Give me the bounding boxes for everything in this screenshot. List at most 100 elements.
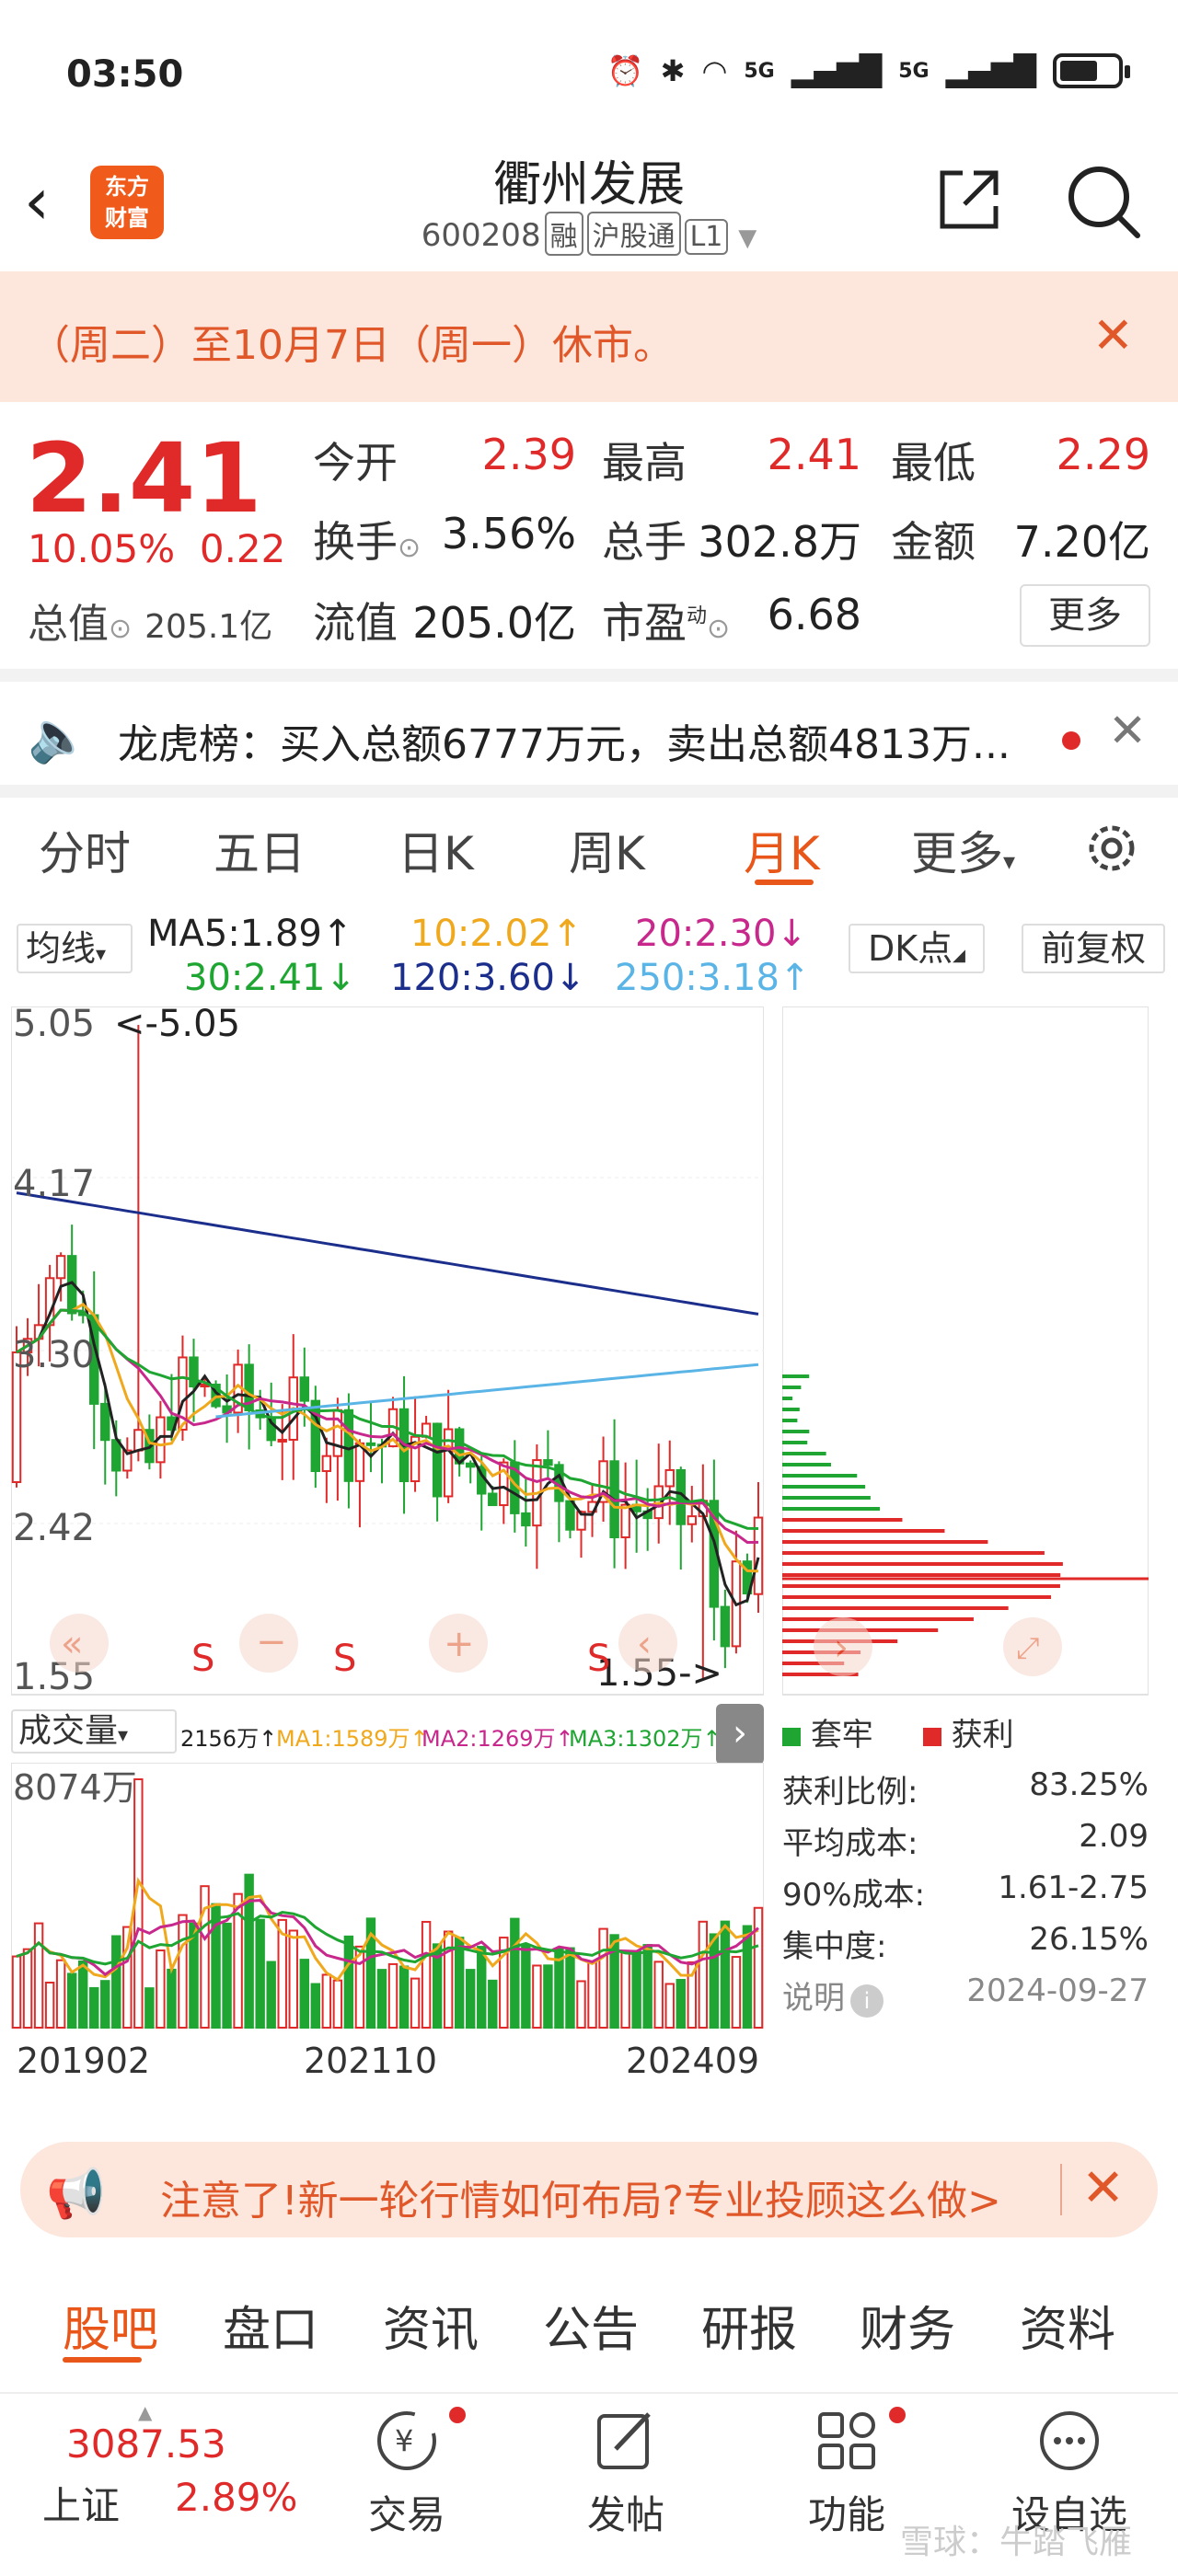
candle-body xyxy=(189,1356,199,1387)
volume-bar xyxy=(709,1933,720,2029)
nav-post[interactable]: 发帖 xyxy=(552,2407,699,2540)
chip-bar xyxy=(782,1584,1060,1588)
volume-bar xyxy=(387,1962,398,2029)
turnover-value: 3.56% xyxy=(441,509,576,558)
tab-financials[interactable]: 财务 xyxy=(860,2291,955,2360)
stat-date[interactable]: 说明 i 2024-09-27 xyxy=(782,1972,1149,2024)
close-icon[interactable]: ✕ xyxy=(1081,2158,1125,2218)
chip-distribution-chart[interactable]: › ⤢ xyxy=(782,1006,1149,1696)
nav-trade-label: 交易 xyxy=(367,2492,445,2537)
tag-margin: 融 xyxy=(544,212,583,256)
volume-bar xyxy=(477,1946,487,2030)
market-cap[interactable]: 总值⊙ 205.1亿 xyxy=(28,591,272,650)
volume-header: 成交量▾ 2156万↑ MA1:1589万↑ MA2:1269万↑ MA3:13… xyxy=(11,1704,764,1765)
close-icon[interactable]: ✕ xyxy=(1092,306,1134,364)
kline-tabs: 分时 五日 日K 周K 月K 更多▾ xyxy=(0,797,1178,896)
volume-bar xyxy=(731,1956,742,2029)
y-label-3: 3.30 xyxy=(13,1334,95,1376)
volume-bar xyxy=(521,1944,531,2030)
volume-bar xyxy=(510,1917,520,2030)
tab-news[interactable]: 资讯 xyxy=(383,2291,479,2360)
candle-body xyxy=(432,1422,443,1498)
price-change: 10.05% 0.22 xyxy=(28,526,285,571)
dk-point-button[interactable]: DK点◢ xyxy=(849,924,985,973)
ma120-value: 120:3.60↓ xyxy=(390,957,586,999)
open-label: 今开 xyxy=(313,438,398,488)
adjust-button[interactable]: 前复权 xyxy=(1022,924,1165,973)
chip-bar xyxy=(782,1551,1045,1555)
tab-monthly-k[interactable]: 月K xyxy=(744,817,820,883)
tab-daily-k[interactable]: 日K xyxy=(398,817,474,883)
info-icon: ⊙ xyxy=(109,613,133,645)
caret-up-icon: ▲ xyxy=(138,2401,153,2423)
tab-forum[interactable]: 股吧 xyxy=(63,2291,158,2360)
tab-profile[interactable]: 资料 xyxy=(1020,2291,1115,2360)
stat-avg-cost: 平均成本: 2.09 xyxy=(782,1818,1149,1862)
close-icon[interactable]: ✕ xyxy=(1108,704,1147,757)
chip-bar xyxy=(782,1573,1061,1577)
volume-bar xyxy=(255,1918,265,2030)
chevron-right-icon[interactable]: › xyxy=(716,1704,764,1765)
tab-five-day[interactable]: 五日 xyxy=(214,817,306,883)
volume-bar xyxy=(532,1964,542,2029)
notification-dot xyxy=(449,2407,466,2423)
ma-selector[interactable]: 均线▾ xyxy=(17,924,133,973)
more-button[interactable]: 更多 xyxy=(1020,584,1150,647)
ma-row: 均线▾ MA5:1.89↑ 10:2.02↑ 20:2.30↓ 30:2.41↓… xyxy=(0,911,1178,1006)
info-icon: i xyxy=(850,1984,884,2018)
volume-bar xyxy=(144,1987,155,2029)
advisor-ad-banner[interactable]: 📢 注意了!新一轮行情如何布局?专业投顾这么做> ✕ xyxy=(20,2142,1158,2237)
chip-bar xyxy=(782,1474,858,1478)
share-icon[interactable] xyxy=(935,166,1003,234)
chip-bar xyxy=(782,1374,810,1378)
active-tab-indicator xyxy=(755,880,814,885)
chip-bar xyxy=(782,1430,810,1433)
search-icon[interactable] xyxy=(1064,162,1141,239)
high-value: 2.41 xyxy=(767,430,861,479)
trade-icon: ¥ xyxy=(377,2411,436,2470)
tab-order-book[interactable]: 盘口 xyxy=(223,2291,318,2360)
status-icons: ⏰ ✱ ◠ 5G ▂▄▆█ 5G ▂▄▆█ xyxy=(606,53,1130,88)
volume-bar xyxy=(664,1983,675,2030)
volume-bar xyxy=(421,1920,432,2029)
volume-bar xyxy=(222,1922,232,2030)
quote-panel: 2.41 10.05% 0.22 总值⊙ 205.1亿 今开 2.39 最高 2… xyxy=(0,402,1178,669)
high-label: 最高 xyxy=(602,438,687,488)
volume-bar xyxy=(742,1925,753,2030)
candle-body xyxy=(111,1439,121,1472)
candle-body xyxy=(543,1459,553,1466)
notification-dot xyxy=(889,2407,906,2423)
mktcap-value: 205.1亿 xyxy=(144,608,273,646)
tab-intraday[interactable]: 分时 xyxy=(39,817,131,883)
volume-bar xyxy=(653,1961,664,2029)
volume-ma3: MA3:1302万↑ xyxy=(569,1726,722,1752)
volume-max-label: 8074万 xyxy=(13,1767,137,1808)
volume-bar xyxy=(488,1979,498,2030)
volume-bar xyxy=(321,1973,332,2029)
dragon-tiger-banner[interactable]: 🔈 龙虎榜：买入总额6777万元，卖出总额4813万... ✕ xyxy=(0,682,1178,785)
chip-bar xyxy=(782,1441,808,1444)
volume-bar xyxy=(111,1935,121,2029)
tab-more[interactable]: 更多▾ xyxy=(911,817,1015,883)
candle-body xyxy=(365,1442,376,1446)
nav-trade[interactable]: ¥ 交易 xyxy=(333,2407,480,2540)
alarm-icon: ⏰ xyxy=(606,53,644,88)
volume-selector[interactable]: 成交量▾ xyxy=(11,1709,177,1754)
gear-icon[interactable] xyxy=(1082,819,1141,878)
stat-concentration: 集中度: 26.15% xyxy=(782,1921,1149,1965)
tab-research[interactable]: 研报 xyxy=(701,2291,797,2360)
volume-chart[interactable]: 8074万 xyxy=(11,1763,764,2030)
ma20-value: 20:2.30↓ xyxy=(635,913,807,955)
volume-bar xyxy=(620,1949,630,2029)
ma10-value: 10:2.02↑ xyxy=(410,913,583,955)
candle-body xyxy=(466,1462,476,1468)
kline-chart[interactable]: 5.05 4.17 3.30 2.42 1.55 <-5.05 1.55-> S… xyxy=(11,1006,764,1698)
grid-icon xyxy=(818,2412,875,2469)
nav-functions[interactable]: 功能 xyxy=(773,2407,920,2540)
tab-announcements[interactable]: 公告 xyxy=(543,2291,639,2360)
tab-weekly-k[interactable]: 周K xyxy=(569,817,645,883)
pe-label[interactable]: 市盈动⊙ xyxy=(602,590,730,650)
signal-label-1: 5G xyxy=(744,59,775,83)
index-value: 3087.53 xyxy=(66,2421,226,2467)
turnover-label[interactable]: 换手⊙ xyxy=(313,509,421,569)
